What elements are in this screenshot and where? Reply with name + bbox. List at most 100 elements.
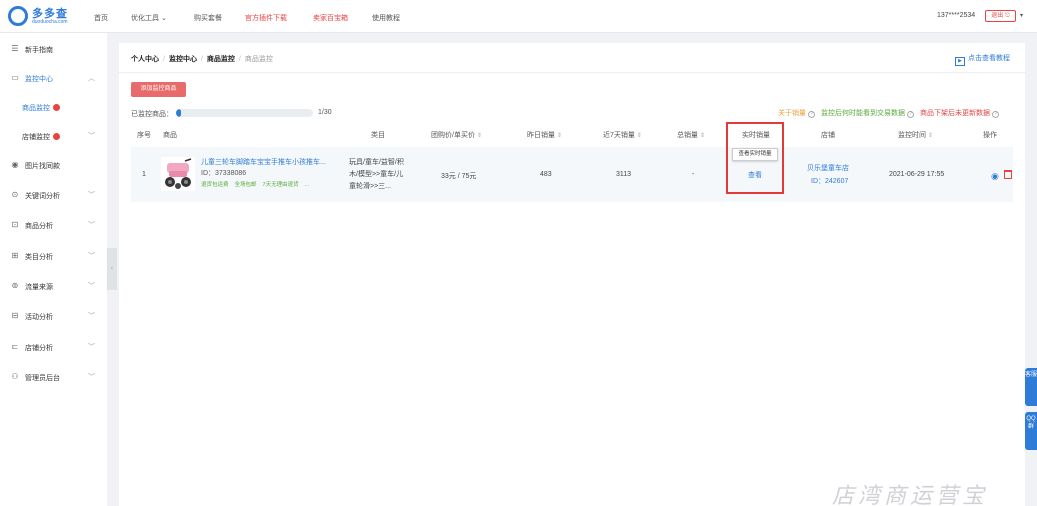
sidebar-item-label: 关键词分析 [25,193,60,200]
breadcrumb-item[interactable]: 监控中心 [169,56,197,63]
col-total-sales[interactable]: 总销量 ⇕ [677,130,705,140]
sort-icon: ⇕ [928,133,934,139]
sidebar-item-activity-analysis[interactable]: ⊟ 活动分析 ﹀ [0,306,107,328]
monitor-icon: ▭ [11,73,19,82]
col-index: 序号 [137,132,151,139]
sidebar-item-label: 新手指南 [25,47,53,54]
nav-seller-toolbox[interactable]: 卖家百宝箱 [313,13,348,23]
col-7day-sales[interactable]: 近7天销量 ⇕ [603,130,642,140]
sidebar-item-label: 店铺监控 [22,132,60,142]
add-monitor-product-button[interactable]: 添加监控商品 [131,82,186,97]
sidebar-item-monitor-center[interactable]: ▭ 监控中心 ︿ [0,68,107,90]
hot-icon [53,104,60,111]
breadcrumb-item[interactable]: 个人中心 [131,56,159,63]
note-when-data[interactable]: 监控后何时能看到交易数据 [821,110,905,117]
sidebar-item-label: 类目分析 [25,254,53,261]
product-name-link[interactable]: 儿童三轮车脚踏车宝宝手推车小孩推车... [201,157,341,167]
note-delisted[interactable]: 商品下架后未更新数据 [920,110,990,117]
col-category: 类目 [371,132,385,139]
chevron-down-icon: ﹀ [88,222,95,229]
tutorial-link[interactable]: ▶ 点击查看教程 [955,53,1010,66]
col-shop: 店铺 [821,132,835,139]
sidebar-item-product-monitor[interactable]: 商品监控 [0,97,107,119]
chevron-down-icon: ﹀ [88,192,95,199]
monitored-label: 已监控商品： [131,111,173,118]
sidebar-item-shop-analysis[interactable]: ⊏ 店铺分析 ﹀ [0,337,107,359]
chevron-down-icon: ﹀ [88,344,95,351]
nav-buy-package[interactable]: 购买套餐 [194,13,222,23]
sidebar-item-label: 活动分析 [25,314,53,321]
col-monitor-time[interactable]: 监控时间 ⇕ [898,130,933,140]
sidebar-item-keyword-analysis[interactable]: ⊙ 关键词分析 ﹀ [0,185,107,207]
sidebar-item-admin[interactable]: ⚇ 管理员后台 ﹀ [0,367,107,389]
sidebar-item-product-analysis[interactable]: ⊡ 商品分析 ﹀ [0,215,107,237]
category-icon: ⊞ [11,251,19,260]
monitored-progress-bar [176,109,313,117]
sidebar-item-guide[interactable]: ☰ 新手指南 [0,39,107,61]
sidebar-item-label: 图片找同款 [25,163,60,170]
sidebar-item-label: 店铺分析 [25,345,53,352]
nav-tutorial[interactable]: 使用教程 [372,13,400,23]
customer-service-button[interactable]: 客服 [1025,368,1037,406]
sidebar-item-image-search[interactable]: ◉ 图片找同款 [0,155,107,177]
sort-icon: ⇕ [700,133,706,139]
logo[interactable]: 多多查 duoduocha.com [8,5,78,27]
tag: 全场包邮 [234,182,257,188]
logout-button[interactable]: 退出 ⎋ [985,10,1016,22]
guide-icon: ☰ [11,44,19,53]
traffic-icon: ⊚ [11,281,19,290]
sidebar-item-shop-monitor[interactable]: 店铺监控 ﹀ [0,126,107,148]
user-phone: 137****2534 [937,12,976,19]
row-index: 1 [142,171,146,178]
chevron-down-icon: ﹀ [88,313,95,320]
admin-icon: ⚇ [11,372,19,381]
sidebar: ☰ 新手指南 ▭ 监控中心 ︿ 商品监控 店铺监控 ﹀ ◉ 图片找同款 ⊙ 关键… [0,33,107,506]
nav-optimize-tools[interactable]: 优化工具 ⌄ [131,13,167,23]
shop-name-link[interactable]: 贝乐堡童车店 [807,163,849,173]
col-yesterday-sales[interactable]: 昨日销量 ⇕ [527,130,562,140]
sidebar-item-traffic-source[interactable]: ⊚ 流量来源 ﹀ [0,276,107,298]
help-icon[interactable]: ? [907,111,914,118]
product-category: 玩具/童车/益智/积木/模型>>童车/儿童轮滑>>三... [349,159,404,190]
breadcrumb-item[interactable]: 商品监控 [207,56,235,63]
chevron-down-icon[interactable]: ▾ [1020,12,1023,19]
help-icon[interactable]: ? [992,111,999,118]
monitor-time: 2021-06-29 17:55 [889,171,945,178]
breadcrumb: 个人中心 / 监控中心 / 商品监控 / 商品监控 [131,56,273,63]
chevron-down-icon: ﹀ [88,374,95,381]
chevron-up-icon: ︿ [88,75,95,82]
sort-icon: ⇕ [636,133,642,139]
breadcrumb-current: 商品监控 [244,56,273,63]
logo-subtext: duoduocha.com [32,19,68,25]
help-icon[interactable]: ? [808,111,815,118]
keyword-icon: ⊙ [11,190,19,199]
qq-group-button[interactable]: QQ群 [1025,412,1037,450]
sidebar-collapse-handle[interactable]: ‹ [107,248,117,290]
product-tags: 退货包运费 全场包邮 7天无理由退货... [201,180,315,188]
nav-plugin-download[interactable]: 官方插件下载 [245,13,287,23]
shop-icon: ⊏ [11,342,19,351]
view-realtime-sales-link[interactable]: 查看 [748,170,762,180]
col-actions: 操作 [983,132,997,139]
nav-home[interactable]: 首页 [94,13,108,23]
chevron-down-icon: ﹀ [88,133,95,140]
col-price[interactable]: 团购价/单买价 ⇕ [431,130,482,140]
note-about-sales[interactable]: 关于销量 [778,110,806,117]
sort-icon: ⇕ [476,133,482,139]
sidebar-item-label: 商品分析 [25,223,53,230]
tag: 退货包运费 [201,182,229,188]
shop-id: ID：242607 [811,178,849,185]
eye-icon[interactable]: ◉ [991,171,999,182]
product-thumbnail[interactable] [161,157,195,191]
table-header: 序号 商品 类目 团购价/单买价 ⇕ 昨日销量 ⇕ 近7天销量 ⇕ 总销量 ⇕ 实时销量… [131,125,1013,145]
realtime-sales-tooltip: 查看实时销量 [732,148,778,161]
chevron-down-icon: ﹀ [88,253,95,260]
gift-icon: ⊟ [11,311,19,320]
sidebar-item-category-analysis[interactable]: ⊞ 类目分析 ﹀ [0,246,107,268]
product-id: ID：37338086 [201,170,247,177]
watermark: 店湾商运营宝 [832,484,989,506]
product-price: 33元 / 75元 [441,173,477,180]
trash-icon[interactable] [1004,170,1012,179]
table-row: 1 儿童三轮车脚踏车宝宝手推车小孩推车... ID：37338086 退货包运费… [131,147,1013,202]
sidebar-item-label: 商品监控 [22,103,60,113]
